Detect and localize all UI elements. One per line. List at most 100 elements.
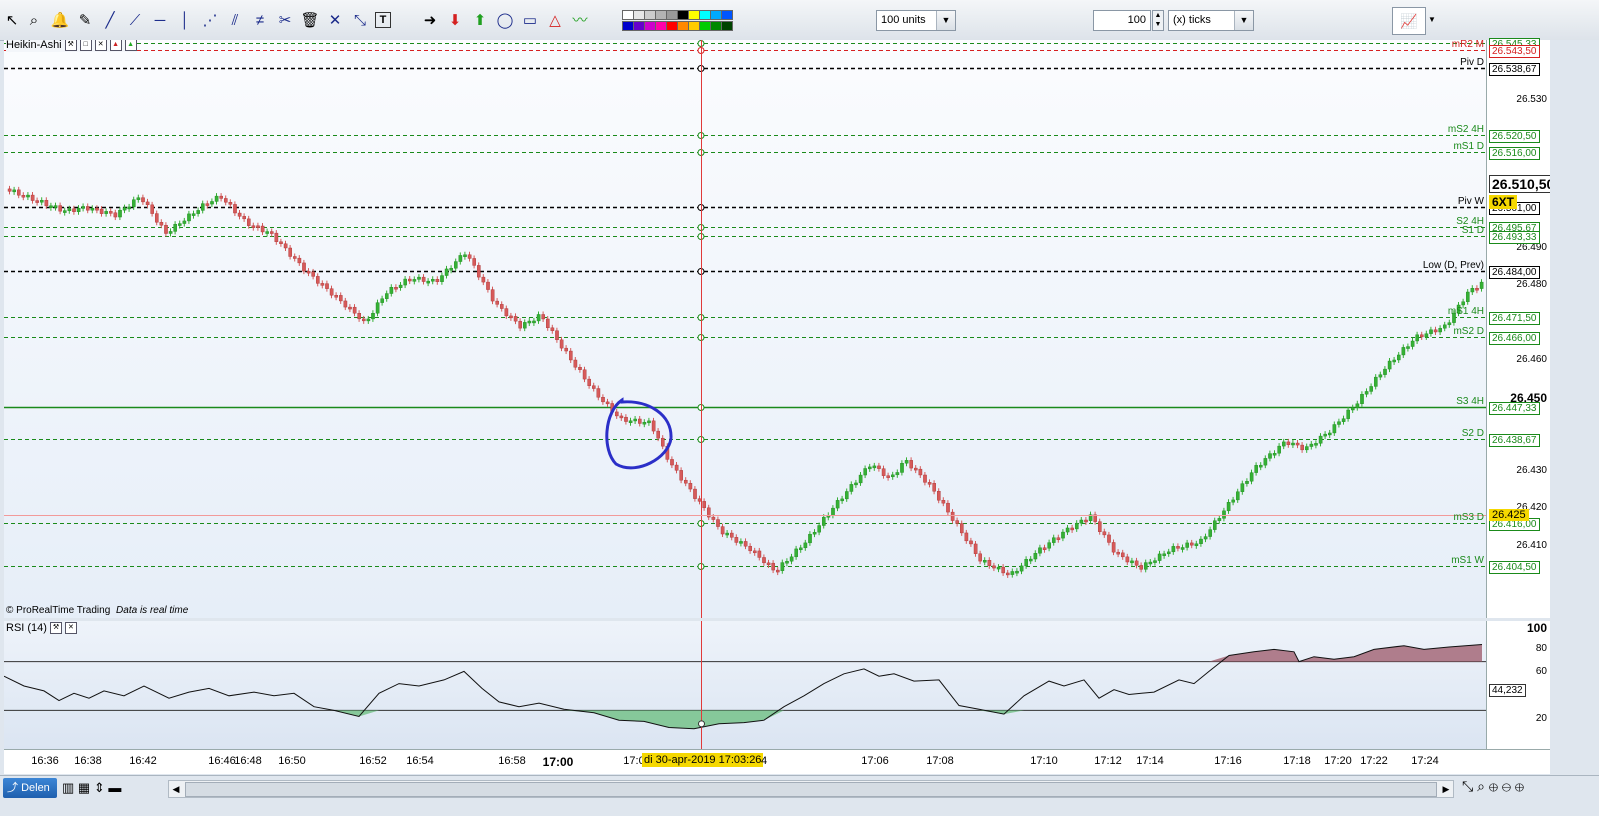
candle [334,295,339,298]
price-axis[interactable]: 26.530 26.490 26.480 26.460 26.450 26.430 26.4… [1486,37,1558,618]
vline-icon[interactable]: │ [175,10,195,30]
candle [845,491,849,500]
text-icon[interactable]: T [375,12,391,28]
candle [628,420,633,423]
candle [108,211,113,214]
candle [817,525,821,533]
ticks-spinner[interactable]: ▲ ▼ [1152,10,1164,31]
candle [661,437,665,447]
candle [1396,354,1401,361]
cross-icon[interactable]: ✕ [325,10,345,30]
eraser-icon[interactable]: ✎ [75,10,95,30]
scale-icon[interactable]: ⇕ [94,780,105,795]
candle [30,194,35,201]
candle [1102,531,1107,536]
candle [297,257,302,264]
candle [978,553,982,562]
zoom-in-icon[interactable]: ⊕ [1515,778,1524,794]
zoom-fit-icon[interactable]: ⌕ [1477,778,1485,794]
zoom-icon[interactable]: ⌕ [24,10,44,30]
arrow-right-icon[interactable]: ➜ [420,10,440,30]
arrow-up-icon[interactable]: ⬆ [470,10,490,30]
candle [72,208,76,212]
scroll-right-icon[interactable]: ▶ [1439,781,1453,797]
current-price-tag: 26.510,50 [1489,175,1558,193]
line-icon[interactable]: ╱ [100,10,120,30]
scroll-left-icon[interactable]: ◀ [169,781,183,797]
time-tick: 17:14 [1136,755,1164,767]
wrench-icon[interactable]: ⚒ [64,40,77,51]
candle [1001,566,1005,574]
minus-icon[interactable]: ▬ [108,780,121,795]
close-icon[interactable]: ✕ [94,40,107,51]
candle [1166,551,1171,555]
horizontal-scrollbar[interactable]: ◀ ▶ [168,780,1454,798]
trash-icon[interactable]: 🗑 [300,10,320,30]
indicator-menu-icon[interactable]: 📈 [1392,7,1426,35]
candle [219,195,224,199]
triangle-icon[interactable]: △ [545,10,565,30]
arrow-down-icon[interactable]: ⬇ [445,10,465,30]
chevron-down-icon[interactable]: ▼ [1234,11,1253,30]
candle [1212,520,1217,530]
level-value-tag: 26.438,67 [1489,433,1540,447]
candle [996,566,1001,570]
time-axis[interactable]: 16:36 16:38 16:42 16:46 16:48 16:50 16:52 16:54… [4,749,1550,774]
color-swatch[interactable] [721,10,733,20]
chevron-down-icon[interactable]: ▼ [936,11,955,30]
candle [1079,519,1084,524]
rsi-pane-header: RSI (14) ⚒ ✕ [6,621,77,635]
xy-icon[interactable]: ⤡ [350,10,370,30]
candle [536,314,541,322]
ellipse-icon[interactable]: ◯ [495,10,515,30]
cursor-time-tag: di 30-apr-2019 17:03:26 [642,753,764,767]
move-up-icon[interactable]: ▲ [109,40,122,51]
ticks-input[interactable]: 100 [1093,10,1151,31]
time-tick: 17:16 [1214,755,1242,767]
trendline-icon[interactable]: ⟋ [125,10,145,30]
resize-icon[interactable]: ⤡ [1462,778,1473,794]
fibonacci-icon[interactable]: ✂ [275,10,295,30]
candle [1364,391,1369,395]
alarm-icon[interactable]: 🔔 [50,10,70,30]
delen-button[interactable]: ⤴ Delen [3,778,57,798]
rsi-chart[interactable]: RSI (14) ⚒ ✕ [4,621,1486,749]
parallel-icon[interactable]: ⫽ [225,10,245,30]
candle [477,265,481,278]
candle [1309,443,1314,447]
close-icon[interactable]: ✕ [64,622,77,634]
maximize-icon[interactable]: □ [79,40,92,51]
wrench-icon[interactable]: ⚒ [49,622,62,634]
candle [398,284,403,288]
candle [1465,291,1470,302]
drawing-toolbar: ↖ ⌕ 🔔 ✎ ╱ ⟋ ─ │ ⋰ ⫽ ≠ ✂ 🗑 ✕ ⤡ T ➜ ⬇ ⬆ ◯ … [0,0,1599,41]
rsi-axis[interactable]: 100 80 60 44,232 20 [1486,621,1551,749]
candle [582,369,587,380]
hline-icon[interactable]: ─ [150,10,170,30]
candle [835,500,840,509]
candle [1419,334,1424,338]
price-chart[interactable]: Heikin-Ashi ⚒ □ ✕ ▲ ▲ © ProRealTime Trad… [4,40,1486,618]
candle [1286,441,1291,445]
channel-icon[interactable]: ≠ [250,10,270,30]
ticks-unit-select[interactable]: (x) ticks ▼ [1168,10,1254,31]
scrollbar-thumb[interactable] [185,782,1437,797]
zoom-reset-icon[interactable]: ⊕ [1489,778,1498,794]
candles-icon[interactable]: ▦ [78,780,90,795]
cursor-icon[interactable]: ↖ [2,10,22,30]
bars-icon[interactable]: ▥ [62,780,74,795]
color-swatch[interactable] [721,21,733,31]
ticks-unit-value: (x) ticks [1173,14,1211,26]
candle [1235,491,1240,501]
zoom-out-icon[interactable]: ⊖ [1502,778,1511,794]
move-down-icon[interactable]: ▲ [124,40,137,51]
status-bar: ⤴ Delen ▥ ▦ ⇕ ▬ ◀ ▶ ⤡ ⌕ ⊕ ⊖ ⊕ [0,775,1599,816]
wave-icon[interactable]: 〰 [570,10,590,30]
rsi-tick: 60 [1535,666,1547,677]
fan-icon[interactable]: ⋰ [200,10,220,30]
chevron-down-icon[interactable]: ▼ [1426,7,1438,33]
candle [615,411,619,417]
rectangle-icon[interactable]: ▭ [520,10,540,30]
candle [150,204,155,214]
units-select[interactable]: 100 units ▼ [876,10,956,31]
